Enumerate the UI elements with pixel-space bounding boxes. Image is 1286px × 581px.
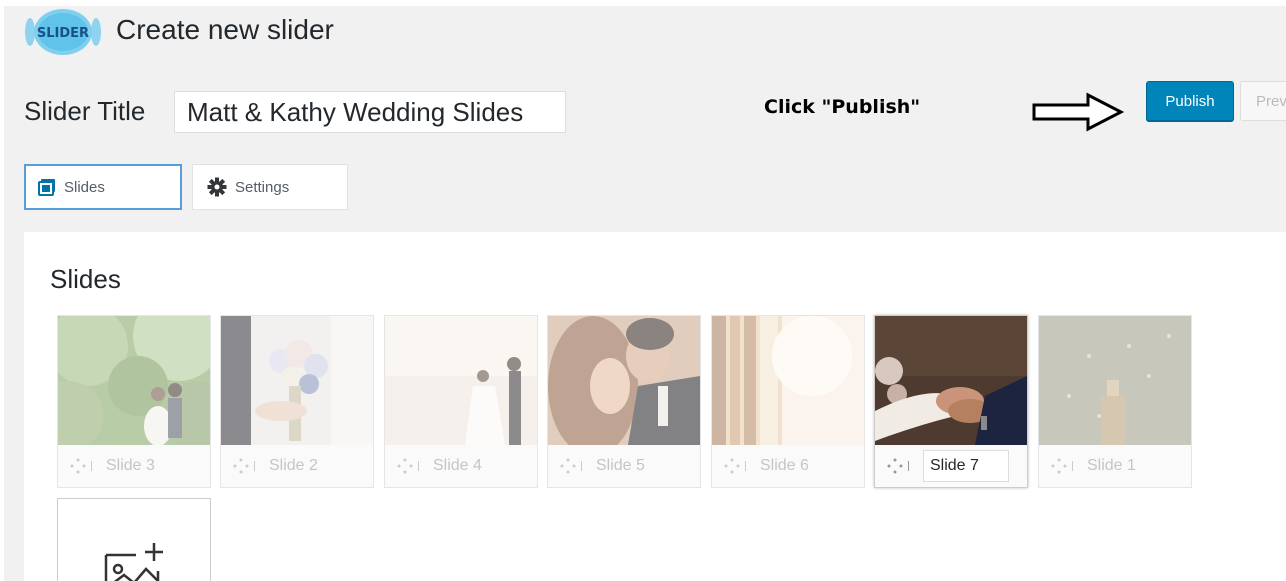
add-slide-button[interactable] [57,498,211,581]
gear-icon [207,177,227,197]
slider-title-label: Slider Title [24,96,146,126]
slide-name: Slide 5 [596,457,645,474]
slide-thumbnail[interactable] [385,316,537,445]
move-handle-icon[interactable] [558,456,588,476]
publish-button[interactable]: Publish [1146,81,1234,121]
move-handle-icon[interactable] [68,456,98,476]
slide-name: Slide 2 [269,457,318,474]
tab-slides[interactable]: Slides [24,164,182,210]
move-handle-icon[interactable] [1049,456,1079,476]
slide-thumbnail-overlay [712,316,864,445]
slide-footer: Slide 2 [221,445,373,487]
slide-footer: Slide 1 [1039,445,1191,487]
window-top-edge [0,0,1286,6]
tab-slides-label: Slides [64,178,105,196]
slide-thumbnail[interactable] [58,316,210,445]
move-handle-icon[interactable] [395,456,425,476]
slide-thumbnail-overlay [548,316,700,445]
slide-thumbnail[interactable] [875,316,1027,445]
slide-name: Slide 4 [433,457,482,474]
slide-name: Slide 6 [760,457,809,474]
slide-card-active[interactable] [874,315,1028,488]
publish-callout: Click "Publish" [764,96,921,118]
slide-thumbnail[interactable] [1039,316,1191,445]
move-handle-icon[interactable] [231,456,261,476]
slide-thumbnail-overlay [385,316,537,445]
add-image-icon [102,541,166,581]
slide-thumbnail[interactable] [712,316,864,445]
slider-logo: SLIDER [24,8,102,56]
slide-name: Slide 3 [106,457,155,474]
slides-heading: Slides [50,264,121,294]
slide-card[interactable]: Slide 4 [384,315,538,488]
slide-name-input[interactable] [923,450,1009,482]
slide-footer: Slide 3 [58,445,210,487]
slide-card[interactable]: Slide 3 [57,315,211,488]
slider-title-input[interactable] [174,91,566,133]
slide-thumbnail-overlay [1039,316,1191,445]
logo-text: SLIDER [37,26,89,41]
tab-settings[interactable]: Settings [192,164,348,210]
slide-thumbnail[interactable] [548,316,700,445]
window-edge [0,0,4,581]
slide-footer [875,445,1027,487]
slide-card[interactable]: Slide 6 [711,315,865,488]
slide-footer: Slide 4 [385,445,537,487]
slide-footer: Slide 5 [548,445,700,487]
preview-button[interactable]: Prev [1240,81,1286,121]
slide-thumbnail[interactable] [221,316,373,445]
slide-thumbnail-overlay [58,316,210,445]
page-title: Create new slider [116,14,334,45]
slide-card[interactable]: Slide 1 [1038,315,1192,488]
right-arrow-icon [1032,92,1124,132]
move-handle-icon[interactable] [722,456,752,476]
slide-thumbnail-overlay [221,316,373,445]
image-icon [38,178,56,196]
slide-card[interactable]: Slide 5 [547,315,701,488]
move-handle-icon[interactable] [885,456,915,476]
tab-settings-label: Settings [235,178,290,196]
slide-footer: Slide 6 [712,445,864,487]
slide-name: Slide 1 [1087,457,1136,474]
slide-card[interactable]: Slide 2 [220,315,374,488]
